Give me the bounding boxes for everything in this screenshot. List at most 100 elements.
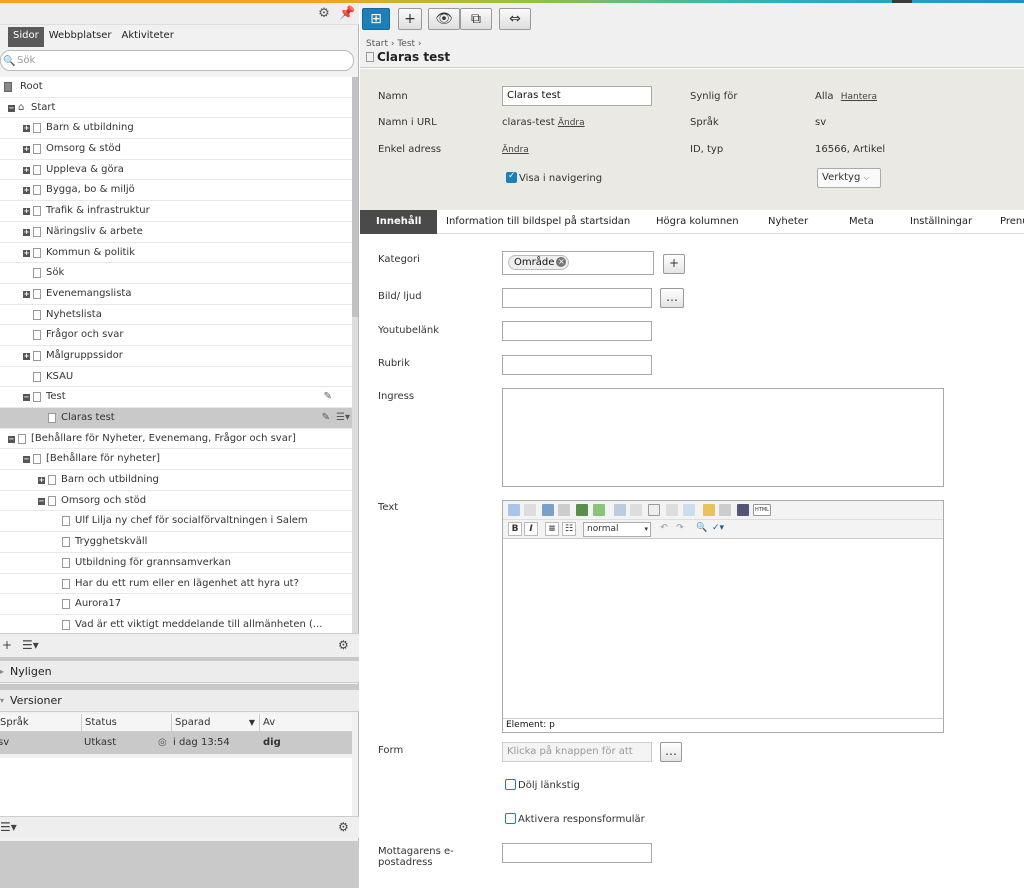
column-header-sorted[interactable]: Sparad ▼ bbox=[171, 714, 259, 732]
rich-text-editor[interactable]: HTML B I ≡ ☷ normal ▾ ↶ ↷ 🔍 ✓▾ Element: p bbox=[502, 500, 944, 733]
tree-node[interactable]: Trygghetskväll bbox=[0, 532, 352, 553]
tab-content[interactable]: Innehåll bbox=[360, 210, 438, 234]
edit-pencil-icon[interactable]: ✎ bbox=[322, 408, 330, 428]
eraser-icon[interactable] bbox=[719, 504, 731, 516]
compare-button[interactable]: ⧉ bbox=[460, 8, 492, 30]
add-icon[interactable]: + bbox=[2, 638, 12, 652]
column-header[interactable]: Status bbox=[81, 714, 171, 732]
expand-icon[interactable]: + bbox=[23, 166, 30, 174]
pin-icon[interactable]: 📌 bbox=[339, 6, 355, 22]
redo-icon[interactable]: ↷ bbox=[673, 522, 687, 536]
bold-icon[interactable]: B bbox=[508, 522, 522, 536]
checkbox-icon[interactable] bbox=[505, 779, 516, 790]
cut-icon[interactable] bbox=[614, 504, 626, 516]
search-input[interactable]: 🔍 Sök bbox=[0, 50, 354, 71]
expand-icon[interactable]: + bbox=[23, 290, 30, 298]
tree-toggle-button[interactable]: ⊞ bbox=[362, 8, 390, 30]
tree-node[interactable]: Ulf Lilja ny chef för socialförvaltninge… bbox=[0, 511, 352, 533]
list-menu-icon[interactable]: ☰▾ bbox=[22, 638, 39, 652]
spellcheck-icon[interactable]: ✓▾ bbox=[711, 522, 725, 536]
html-source-icon[interactable]: HTML bbox=[753, 504, 771, 516]
name-input[interactable]: Claras test bbox=[502, 86, 652, 106]
paste-icon[interactable] bbox=[508, 504, 520, 516]
expand-icon[interactable]: + bbox=[23, 352, 30, 360]
tab-meta[interactable]: Meta bbox=[849, 210, 874, 234]
youtube-input[interactable] bbox=[502, 321, 652, 341]
expand-icon[interactable]: + bbox=[23, 208, 30, 216]
manage-access-link[interactable]: Hantera bbox=[841, 92, 877, 102]
expand-icon[interactable]: + bbox=[23, 187, 30, 195]
context-menu-icon[interactable]: ☰▾ bbox=[336, 408, 350, 428]
side-by-side-button[interactable]: ⇔ bbox=[499, 8, 531, 30]
tab-subscription[interactable]: Prenu bbox=[1000, 210, 1024, 234]
copy-icon[interactable] bbox=[630, 504, 642, 516]
tree-node[interactable]: Frågor och svar bbox=[0, 325, 352, 346]
settings-gear-icon[interactable]: ⚙ bbox=[316, 6, 332, 22]
tree-node[interactable]: Sök bbox=[0, 263, 352, 284]
tree-node[interactable]: Nyhetslista bbox=[0, 305, 352, 326]
tree-node[interactable]: + Målgruppssidor bbox=[0, 346, 352, 367]
tab-slideshow-info[interactable]: Information till bildspel på startsidan bbox=[446, 210, 630, 234]
edit-pencil-icon[interactable]: ✎ bbox=[324, 387, 332, 407]
table-icon[interactable] bbox=[737, 504, 749, 516]
tree-node[interactable]: KSAU bbox=[0, 367, 352, 388]
tree-node[interactable]: + Kommun & politik bbox=[0, 243, 352, 264]
tree-node-root[interactable]: Root bbox=[0, 77, 352, 98]
bullet-list-icon[interactable]: ≡ bbox=[545, 522, 559, 536]
tree-node[interactable]: + Uppleva & göra bbox=[0, 160, 352, 181]
collapse-icon[interactable]: − bbox=[8, 104, 15, 112]
collapse-icon[interactable]: − bbox=[8, 435, 15, 443]
tree-node[interactable]: − [Behållare för Nyheter, Evenemang, Frå… bbox=[0, 429, 352, 450]
column-header[interactable]: Av bbox=[259, 714, 352, 732]
clean-icon[interactable] bbox=[703, 504, 715, 516]
expand-icon[interactable]: + bbox=[38, 477, 45, 485]
link-icon[interactable] bbox=[524, 504, 536, 516]
settings-gear-icon[interactable]: ⚙ bbox=[338, 638, 349, 652]
settings-gear-icon[interactable]: ⚙ bbox=[338, 820, 349, 834]
tree-node[interactable]: + Bygga, bo & miljö bbox=[0, 180, 352, 202]
tree-node[interactable]: + Näringsliv & arbete bbox=[0, 222, 352, 243]
undo-icon[interactable]: ↶ bbox=[657, 522, 671, 536]
tree-node-start[interactable]: − ⌂ Start bbox=[0, 98, 352, 119]
column-header[interactable]: Språk bbox=[0, 714, 81, 732]
recipient-email-input[interactable] bbox=[502, 843, 652, 863]
category-field[interactable]: Område × bbox=[502, 251, 654, 275]
recent-panel-header[interactable]: ▸ Nyligen bbox=[0, 661, 359, 683]
tree-scrollbar[interactable] bbox=[352, 77, 358, 633]
preview-eye-button[interactable]: 👁 bbox=[428, 8, 460, 30]
template-icon[interactable] bbox=[593, 504, 605, 516]
remove-chip-icon[interactable]: × bbox=[556, 257, 567, 267]
expand-icon[interactable]: + bbox=[23, 228, 30, 236]
tree-node[interactable]: − Omsorg och stöd bbox=[0, 491, 352, 512]
tree-node[interactable]: − Test ✎ bbox=[0, 387, 352, 408]
tab-news[interactable]: Nyheter bbox=[768, 210, 808, 234]
browse-form-button[interactable]: … bbox=[660, 742, 682, 762]
tab-settings[interactable]: Inställningar bbox=[910, 210, 972, 234]
hide-link-trail-checkbox[interactable]: Dölj länkstig bbox=[505, 779, 580, 791]
browse-media-button[interactable]: … bbox=[660, 288, 684, 308]
checkbox-icon[interactable] bbox=[505, 813, 516, 824]
image-icon[interactable] bbox=[542, 504, 554, 516]
collapse-icon[interactable]: − bbox=[23, 394, 30, 402]
ingress-textarea[interactable] bbox=[502, 388, 944, 487]
versions-panel-header[interactable]: ▾ Versioner bbox=[0, 690, 359, 712]
tree-node[interactable]: Aurora17 bbox=[0, 594, 352, 615]
tab-pages[interactable]: Sidor bbox=[8, 27, 44, 47]
paste-word-icon[interactable] bbox=[666, 504, 678, 516]
change-simple-address-link[interactable]: Ändra bbox=[502, 145, 529, 155]
tree-node[interactable]: Har du ett rum eller en lägenhet att hyr… bbox=[0, 574, 352, 595]
tree-node[interactable]: + Barn och utbildning bbox=[0, 470, 352, 491]
media-input[interactable] bbox=[502, 288, 652, 308]
tab-right-column[interactable]: Högra kolumnen bbox=[656, 210, 739, 234]
paste-text-icon[interactable] bbox=[683, 504, 695, 516]
table-row[interactable]: sv Utkast ◎ i dag 13:54 dig bbox=[0, 732, 352, 754]
collapse-icon[interactable]: − bbox=[23, 456, 30, 464]
checkbox-checked-icon[interactable] bbox=[506, 171, 517, 183]
tree-node[interactable]: + Omsorg & stöd bbox=[0, 139, 352, 160]
format-select[interactable]: normal ▾ bbox=[583, 522, 651, 537]
media-icon[interactable] bbox=[558, 504, 570, 516]
find-icon[interactable]: 🔍 bbox=[695, 522, 709, 536]
tree-node[interactable]: + Trafik & infrastruktur bbox=[0, 201, 352, 222]
change-url-link[interactable]: Ändra bbox=[558, 118, 585, 128]
tree-node[interactable]: Vad är ett viktigt meddelande till allmä… bbox=[0, 615, 352, 633]
